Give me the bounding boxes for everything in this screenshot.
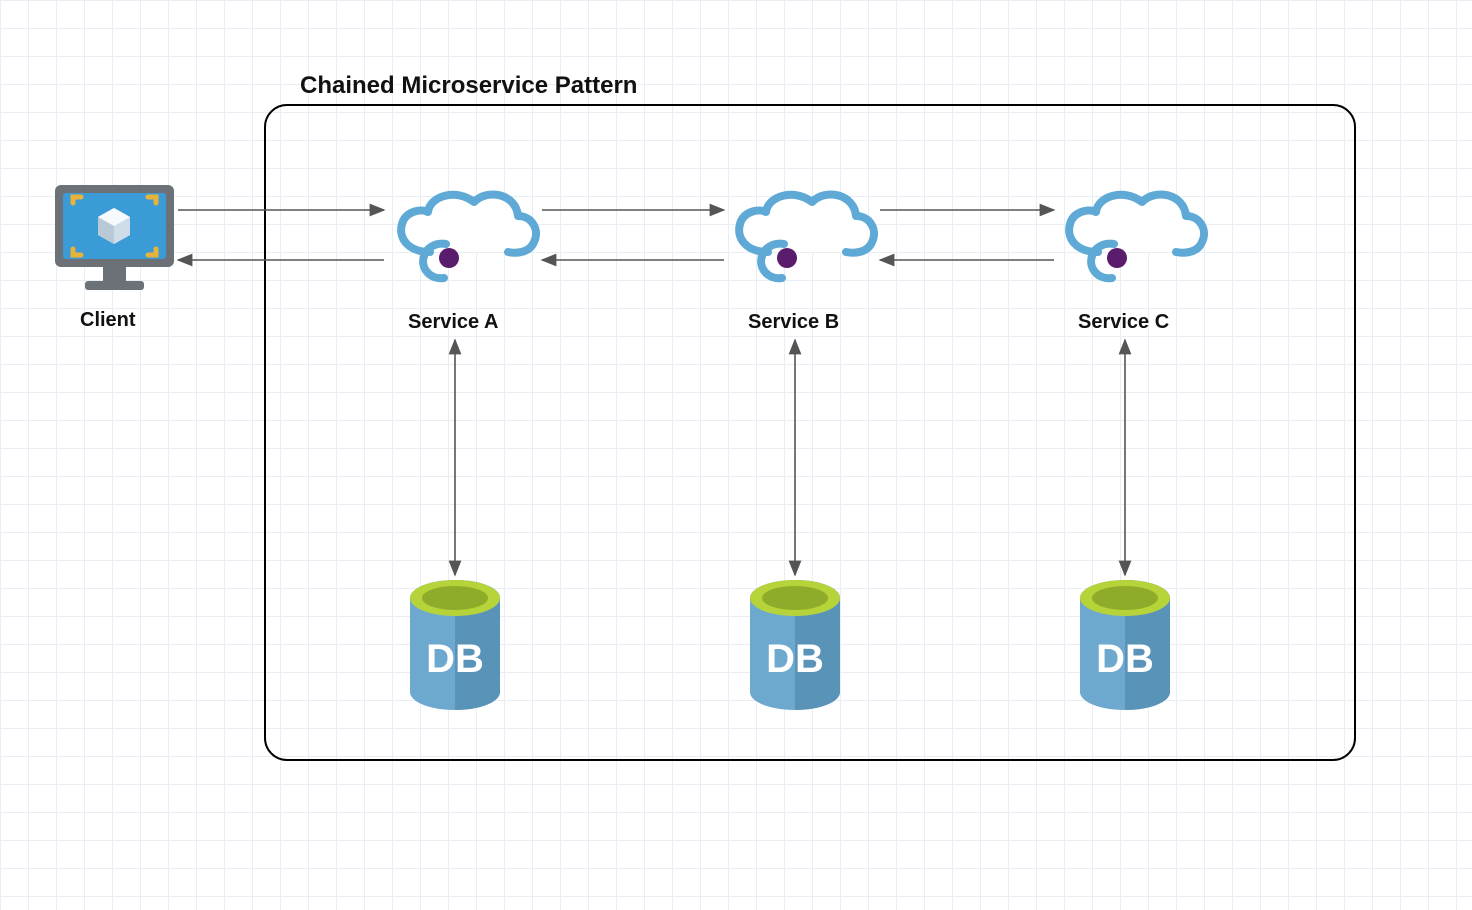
client-label: Client: [80, 309, 136, 332]
diagram-canvas: Chained Microservice Pattern Client Serv…: [0, 0, 1472, 910]
db-c-text: DB: [1096, 637, 1154, 681]
db-b-icon: DB: [750, 580, 840, 710]
service-a-icon: [401, 194, 536, 278]
service-b-icon: [739, 194, 874, 278]
diagram-title: Chained Microservice Pattern: [300, 72, 637, 100]
service-b-label: Service B: [748, 311, 839, 334]
db-b-text: DB: [766, 637, 824, 681]
db-a-text: DB: [426, 637, 484, 681]
container-box: [265, 105, 1355, 760]
client-icon: [55, 185, 174, 290]
db-a-icon: DB: [410, 580, 500, 710]
service-a-label: Service A: [408, 311, 498, 334]
diagram-svg: DB DB DB: [0, 0, 1472, 910]
service-c-icon: [1069, 194, 1204, 278]
service-c-label: Service C: [1078, 311, 1169, 334]
db-c-icon: DB: [1080, 580, 1170, 710]
